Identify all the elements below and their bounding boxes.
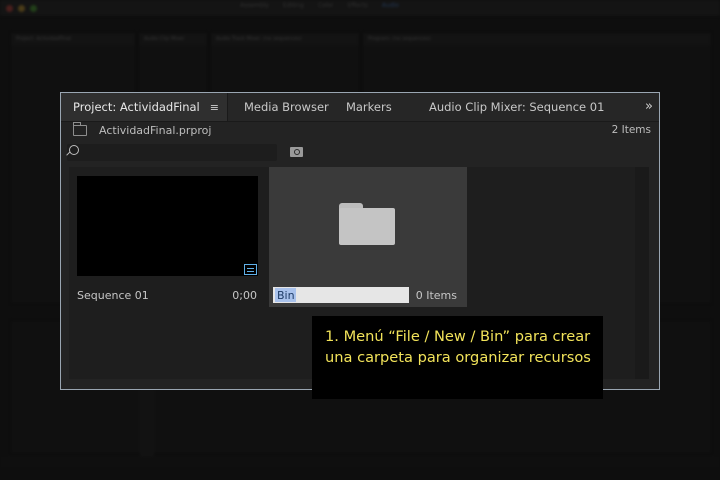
project-file-name: ActividadFinal.prproj — [99, 124, 212, 137]
sequence-icon — [244, 264, 257, 275]
tutorial-callout: 1. Menú “File / New / Bin” para crear un… — [312, 316, 603, 399]
project-folder-icon — [73, 122, 87, 136]
bin-item-count: 0 Items — [415, 289, 457, 302]
project-info-bar: ActividadFinal.prproj 2 Items — [61, 121, 659, 143]
sequence-duration: 0;00 — [232, 289, 257, 302]
tab-audio-clip-mixer[interactable]: Audio Clip Mixer: Sequence 01 — [429, 93, 604, 121]
tab-markers[interactable]: Markers — [346, 93, 429, 121]
tab-project[interactable]: Project: ActividadFinal ≡ — [61, 93, 228, 121]
panel-menu-icon[interactable]: ≡ — [210, 101, 219, 114]
project-item-count: 2 Items — [611, 124, 651, 136]
search-icon — [69, 145, 79, 155]
sequence-item[interactable]: Sequence 01 0;00 — [69, 167, 267, 307]
folder-icon — [339, 203, 395, 245]
new-search-bin-icon[interactable] — [290, 147, 303, 157]
sequence-thumbnail[interactable] — [77, 176, 258, 276]
bin-name-input[interactable] — [273, 287, 409, 303]
panel-tab-bar: Project: ActividadFinal ≡ Media Browser … — [61, 93, 659, 122]
vertical-scrollbar[interactable] — [635, 167, 649, 379]
tab-project-label: Project: ActividadFinal — [73, 100, 200, 114]
tab-media-browser[interactable]: Media Browser — [228, 93, 346, 121]
search-field[interactable] — [67, 144, 277, 161]
tab-overflow-icon[interactable]: » — [645, 99, 653, 114]
sequence-name: Sequence 01 — [77, 289, 149, 302]
bin-item[interactable]: 0 Items — [269, 167, 467, 307]
